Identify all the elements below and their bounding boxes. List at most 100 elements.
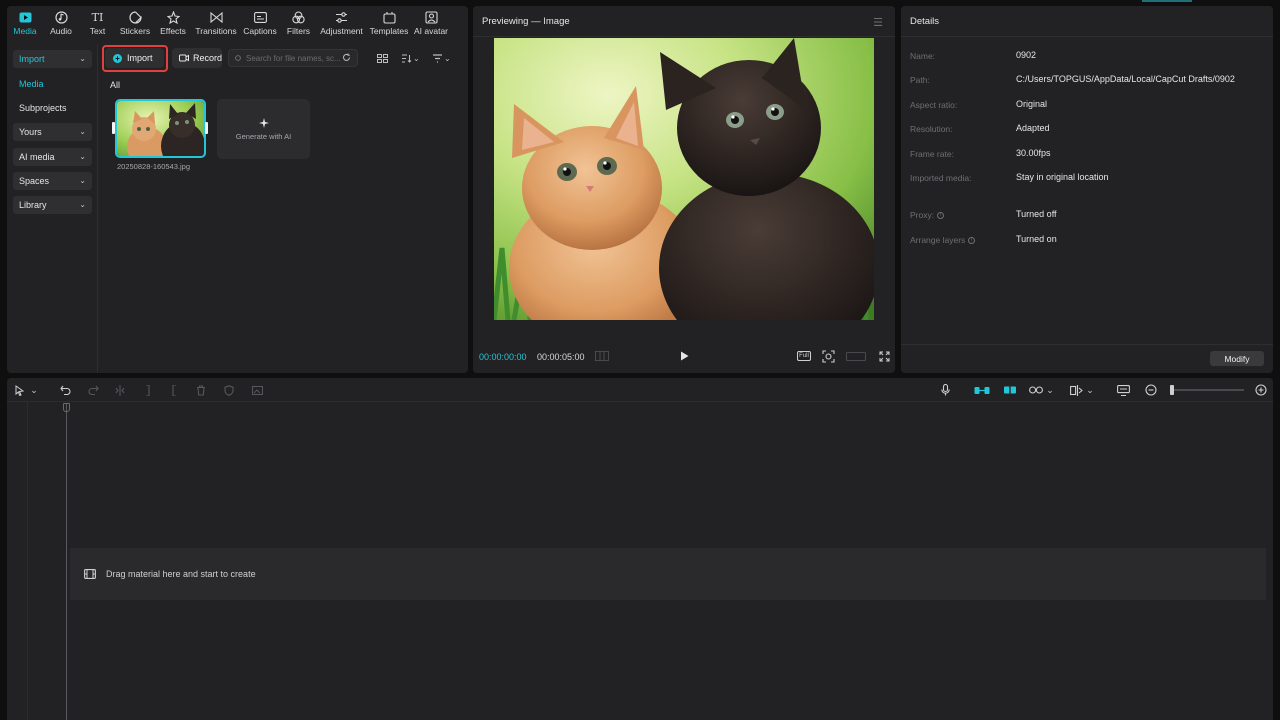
media-content: + Import Record ⌄ ⌄ [99,44,468,373]
chevron-down-icon[interactable]: ⌄ [30,383,38,397]
full-quality-button[interactable]: Full [796,349,812,363]
preview-canvas[interactable] [494,38,874,320]
total-timecode: 00:00:05:00 [537,352,585,362]
tab-templates[interactable]: Templates [366,6,412,43]
refresh-icon[interactable] [342,53,351,62]
tab-filters[interactable]: Filters [280,6,317,43]
undo-icon[interactable] [59,383,71,397]
redo-icon[interactable] [87,383,99,397]
grid-view-icon[interactable] [377,52,388,64]
media-panel: Media Audio TI Text Stickers Effects Tra… [7,6,468,373]
tab-effects[interactable]: Effects [154,6,192,43]
sidebar-item-spaces[interactable]: Spaces ⌄ [13,172,92,190]
chevron-down-icon: ⌄ [79,176,86,185]
chevron-down-icon[interactable]: ⌄ [1086,383,1094,397]
media-thumbnail[interactable] [115,99,206,158]
tab-ai-avatar[interactable]: AI avatar [412,6,450,43]
chevron-down-icon: ⌄ [79,54,86,63]
menu-icon[interactable]: ☰ [873,16,883,29]
chevron-down-icon: ⌄ [79,152,86,161]
shield-icon[interactable] [223,383,235,397]
zoom-slider-handle[interactable] [1170,385,1174,395]
split-left-icon[interactable] [143,383,155,397]
track-header-divider [27,402,28,720]
media-sidebar: Import ⌄ Media Subprojects Yours ⌄ AI me… [7,44,98,373]
auto-snap-icon[interactable] [1002,383,1018,397]
select-cursor-icon[interactable] [13,383,25,397]
zoom-out-icon[interactable] [1144,383,1157,397]
tab-adjustment[interactable]: Adjustment [317,6,366,43]
delete-icon[interactable] [195,383,207,397]
ai-avatar-icon [424,10,439,25]
link-icon[interactable] [1029,383,1043,397]
timeline-panel: ⌄ ⌄ ⌄ Drag material here and start to cr… [7,378,1273,720]
tab-text[interactable]: TI Text [79,6,116,43]
kittens-preview-image [494,38,874,320]
tab-captions[interactable]: Captions [240,6,280,43]
preview-panel: Previewing — Image ☰ 00:00:00:00 00:00:0… [473,6,895,373]
info-icon[interactable]: i [968,236,976,244]
zoom-in-icon[interactable] [1254,383,1267,397]
preview-axis-icon[interactable] [1069,383,1083,397]
preview-title: Previewing — Image [482,16,570,27]
tab-transitions[interactable]: Transitions [192,6,240,43]
detail-value-aspect-ratio: Original [1016,99,1048,109]
templates-icon [382,10,397,25]
info-icon[interactable]: i [937,211,945,219]
generate-with-ai-button[interactable]: Generate with AI [217,99,310,159]
detail-label-aspect-ratio: Aspect ratio: [910,100,958,110]
detail-label-imported-media: Imported media: [910,173,972,183]
sidebar-item-ai-media[interactable]: AI media ⌄ [13,148,92,166]
fit-timeline-icon[interactable] [1116,383,1130,397]
sidebar-item-import[interactable]: Import ⌄ [13,50,92,68]
detail-label-arrange-layers: Arrange layers i [910,235,976,245]
zoom-slider[interactable] [1170,385,1244,395]
playhead[interactable] [66,403,67,720]
import-button[interactable]: + Import [105,48,164,68]
microphone-icon[interactable] [939,383,951,397]
search-input[interactable] [246,53,346,63]
detail-value-arrange-layers: Turned on [1016,234,1057,244]
fullscreen-icon[interactable] [877,349,891,363]
adjustment-icon [334,10,349,25]
divider [901,344,1273,345]
chevron-down-icon[interactable]: ⌄ [1046,383,1054,397]
search-box [228,49,358,67]
chevron-down-icon: ⌄ [79,127,86,136]
image-edit-icon[interactable] [251,383,263,397]
modify-button[interactable]: Modify [1210,351,1264,366]
sidebar-item-yours[interactable]: Yours ⌄ [13,123,92,141]
detail-value-path: C:/Users/TOPGUS/AppData/Local/CapCut Dra… [1016,74,1235,84]
split-right-icon[interactable] [167,383,179,397]
main-track-magnet-icon[interactable] [973,383,991,397]
screenshot-icon[interactable] [821,349,835,363]
sidebar-item-subprojects[interactable]: Subprojects [13,99,92,117]
play-icon[interactable] [677,349,691,363]
effects-icon [166,10,181,25]
current-timecode: 00:00:00:00 [479,352,527,362]
sort-icon[interactable]: ⌄ [401,52,420,64]
detail-label-name: Name: [910,51,936,61]
record-button[interactable]: Record [172,48,222,68]
sidebar-item-media[interactable]: Media [13,75,92,93]
divider [473,36,895,37]
media-icon [18,10,33,25]
detail-value-imported-media: Stay in original location [1016,172,1109,182]
ratio-icon[interactable] [845,349,867,363]
detail-value-frame-rate: 30.00fps [1016,148,1051,158]
camera-icon [179,54,189,62]
tab-stickers[interactable]: Stickers [116,6,154,43]
tab-audio[interactable]: Audio [43,6,79,43]
filters-icon [291,10,306,25]
playhead-handle[interactable] [63,403,70,412]
filter-all-label[interactable]: All [110,80,120,90]
tab-media[interactable]: Media [7,6,43,43]
split-icon[interactable] [114,383,126,397]
detail-value-resolution: Adapted [1016,123,1050,133]
captions-icon [253,10,268,25]
filter-icon[interactable]: ⌄ [432,52,451,64]
detail-value-proxy: Turned off [1016,209,1057,219]
timeline-drop-zone[interactable]: Drag material here and start to create [70,548,1266,600]
detail-label-path: Path: [910,75,930,85]
sidebar-item-library[interactable]: Library ⌄ [13,196,92,214]
